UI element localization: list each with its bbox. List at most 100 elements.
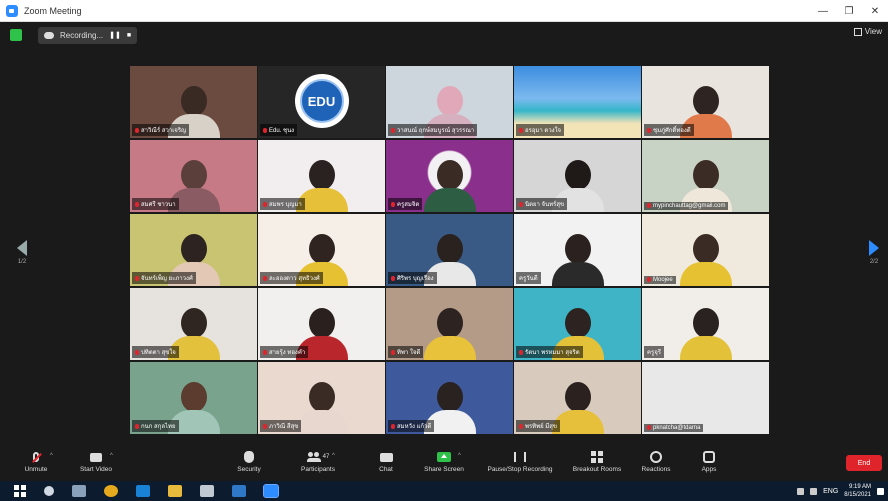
security-button[interactable]: Security — [219, 450, 279, 473]
zoom-taskbar-icon[interactable] — [263, 484, 279, 498]
previous-page-button[interactable]: 1/2 — [14, 240, 30, 280]
microphone-muted-icon — [135, 275, 139, 281]
window-controls: — ❐ ✕ — [810, 0, 888, 22]
clock-time: 9:19 AM — [848, 484, 871, 490]
microphone-muted-icon — [391, 423, 395, 429]
participant-name-tag: นิตยา จันทร์สุข — [516, 198, 568, 210]
participant-tile[interactable]: อรอุมา ดวงใจ — [514, 66, 641, 138]
participant-tile[interactable]: วาสนณ์ ฤกษ์สมบูรณ์ สุวรรณา — [386, 66, 513, 138]
maximize-button[interactable]: ❐ — [836, 0, 862, 22]
security-label: Security — [237, 466, 261, 473]
share-screen-icon — [437, 452, 451, 462]
microphone-muted-icon — [519, 201, 523, 207]
start-video-button[interactable]: Start Video ^ — [66, 450, 126, 473]
participant-name-tag: ครูจุรี — [644, 346, 664, 358]
participant-tile[interactable]: mypinchauttag@gmail.com — [642, 140, 769, 212]
microphone-muted-icon — [33, 452, 39, 462]
microphone-muted-icon — [263, 349, 267, 355]
microphone-muted-icon — [263, 423, 267, 429]
chrome-browser-icon[interactable] — [104, 485, 118, 497]
microphone-muted-icon — [263, 201, 267, 207]
participants-button[interactable]: 47 Participants ^ — [288, 450, 348, 473]
participant-tile[interactable]: สายรุ้ง ทองคำ — [258, 288, 385, 360]
reactions-smiley-icon — [650, 451, 662, 463]
share-screen-button[interactable]: Share Screen ^ — [414, 450, 474, 473]
pause-recording-icon[interactable]: ❚❚ — [109, 31, 121, 39]
encryption-shield-icon[interactable] — [10, 29, 22, 41]
participant-name: นิตยา จันทร์สุข — [525, 202, 565, 208]
participant-name-tag: อรอุมา ดวงใจ — [516, 124, 565, 136]
participant-tile[interactable]: พรทิพย์ มีสุข — [514, 362, 641, 434]
participant-tile[interactable]: สมศรี ชาวนา — [130, 140, 257, 212]
store-icon[interactable] — [200, 485, 214, 497]
minimize-button[interactable]: — — [810, 0, 836, 22]
edge-browser-icon[interactable] — [136, 485, 150, 497]
participant-tile[interactable]: ปทิตตา สุขใจ — [130, 288, 257, 360]
edu-logo: EDU — [294, 74, 349, 128]
video-options-chevron-icon[interactable]: ^ — [110, 453, 113, 459]
participant-tile[interactable]: กนก สกุลไทย — [130, 362, 257, 434]
participant-name-tag: ชุมภู่ศักดิ์ทองดี — [644, 124, 694, 136]
participant-name-tag: ภาวิณี สีสุข — [260, 420, 302, 432]
notifications-icon[interactable] — [877, 487, 884, 495]
participant-name: สมศรี ชาวนา — [141, 202, 176, 208]
participant-figure — [295, 382, 348, 434]
participant-tile[interactable]: จันทร์เพ็ญ ยะภาวงศ์ — [130, 214, 257, 286]
close-button[interactable]: ✕ — [862, 0, 888, 22]
windows-start-icon[interactable] — [14, 485, 26, 497]
audio-options-chevron-icon[interactable]: ^ — [50, 453, 53, 459]
microphone-muted-icon — [391, 349, 395, 355]
apps-icon — [703, 451, 715, 463]
participant-tile[interactable]: ครูจุรี — [642, 288, 769, 360]
stop-recording-icon[interactable]: ■ — [127, 32, 131, 39]
end-meeting-button[interactable]: End — [846, 455, 882, 471]
unmute-button[interactable]: Unmute ^ — [6, 450, 66, 473]
unmute-label: Unmute — [24, 466, 48, 473]
participant-name-tag: ครูวันดี — [516, 272, 541, 284]
file-explorer-icon[interactable] — [168, 485, 182, 497]
participant-figure — [679, 234, 732, 286]
participant-tile[interactable]: ทิพา ใจดี — [386, 288, 513, 360]
next-page-button[interactable]: 2/2 — [866, 240, 882, 280]
participant-name-tag: Edu. ชุนง — [260, 124, 298, 136]
taskbar-clock[interactable]: 9:19 AM 8/15/2021 — [844, 483, 871, 499]
start-video-label: Start Video — [79, 466, 113, 473]
participant-tile[interactable]: รัตนา พรหมมา สุจริต — [514, 288, 641, 360]
windows-taskbar: ENG 9:19 AM 8/15/2021 — [0, 481, 888, 501]
participant-tile[interactable]: สาวิณีร์ สวาเจริญ — [130, 66, 257, 138]
reactions-button[interactable]: Reactions — [626, 450, 686, 473]
breakout-rooms-button[interactable]: Breakout Rooms — [567, 450, 627, 473]
participant-tile[interactable]: ชุมภู่ศักดิ์ทองดี — [642, 66, 769, 138]
chat-button[interactable]: Chat — [356, 450, 416, 473]
view-button[interactable]: View — [853, 27, 882, 36]
participant-name: สมพร บุญมา — [269, 202, 302, 208]
pause-stop-icon — [514, 452, 526, 462]
volume-icon[interactable] — [810, 487, 818, 495]
network-icon[interactable] — [797, 487, 805, 495]
participants-options-chevron-icon[interactable]: ^ — [332, 453, 335, 459]
participant-tile[interactable]: Moojee — [642, 214, 769, 286]
mail-icon[interactable] — [232, 485, 246, 497]
pause-stop-recording-button[interactable]: Pause/Stop Recording — [487, 450, 553, 473]
participant-name-tag: จันทร์เพ็ญ ยะภาวงศ์ — [132, 272, 196, 284]
participant-tile[interactable]: pknatcha@tdarna — [642, 362, 769, 434]
language-indicator[interactable]: ENG — [823, 488, 838, 495]
participant-name: วาสนณ์ ฤกษ์สมบูรณ์ สุวรรณา — [397, 128, 475, 134]
apps-button[interactable]: Apps — [679, 450, 739, 473]
participant-tile[interactable]: ครูวันดี — [514, 214, 641, 286]
participant-tile[interactable]: ศิริพร บุญเรือง — [386, 214, 513, 286]
microphone-muted-icon — [391, 201, 395, 207]
participant-tile[interactable]: ครูสมจิต — [386, 140, 513, 212]
participant-tile[interactable]: EDU Edu. ชุนง — [258, 66, 385, 138]
microphone-muted-icon — [647, 127, 651, 133]
participant-tile[interactable]: สมหวัง แก้วดี — [386, 362, 513, 434]
recording-indicator: Recording... ❚❚ ■ — [38, 26, 138, 44]
search-icon[interactable] — [44, 486, 54, 496]
participant-tile[interactable]: ภาวิณี สีสุข — [258, 362, 385, 434]
share-options-chevron-icon[interactable]: ^ — [458, 453, 461, 459]
participant-tile[interactable]: ละอองดาว สุทธิวงศ์ — [258, 214, 385, 286]
participant-tile[interactable]: สมพร บุญมา — [258, 140, 385, 212]
participant-tile[interactable]: นิตยา จันทร์สุข — [514, 140, 641, 212]
task-view-icon[interactable] — [72, 485, 86, 497]
view-label: View — [864, 27, 882, 36]
